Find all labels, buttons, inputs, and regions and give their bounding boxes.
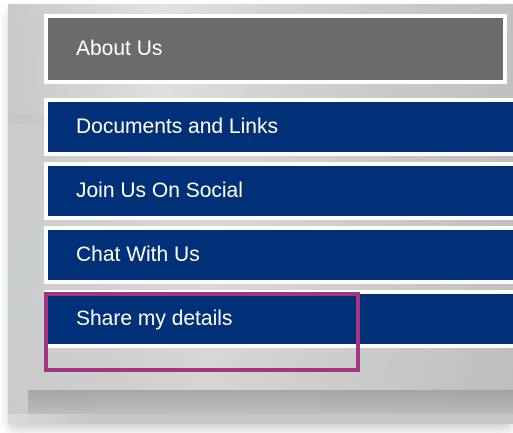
- screenshot: About Us Documents and Links Join Us On …: [0, 0, 513, 433]
- menu-item-label: About Us: [76, 37, 163, 60]
- side-menu: About Us Documents and Links Join Us On …: [44, 14, 513, 354]
- menu-item-label: Share my details: [76, 307, 233, 330]
- menu-item-documents-and-links[interactable]: Documents and Links: [44, 98, 513, 156]
- menu-item-join-us-on-social[interactable]: Join Us On Social: [44, 162, 513, 220]
- bottom-band: [28, 390, 513, 414]
- menu-item-label: Documents and Links: [76, 115, 278, 138]
- menu-item-share-my-details[interactable]: Share my details: [44, 290, 513, 348]
- menu-item-chat-with-us[interactable]: Chat With Us: [44, 226, 513, 284]
- menu-item-label: Join Us On Social: [76, 179, 243, 202]
- menu-item-about-us[interactable]: About Us: [44, 14, 507, 84]
- menu-item-label: Chat With Us: [76, 243, 200, 266]
